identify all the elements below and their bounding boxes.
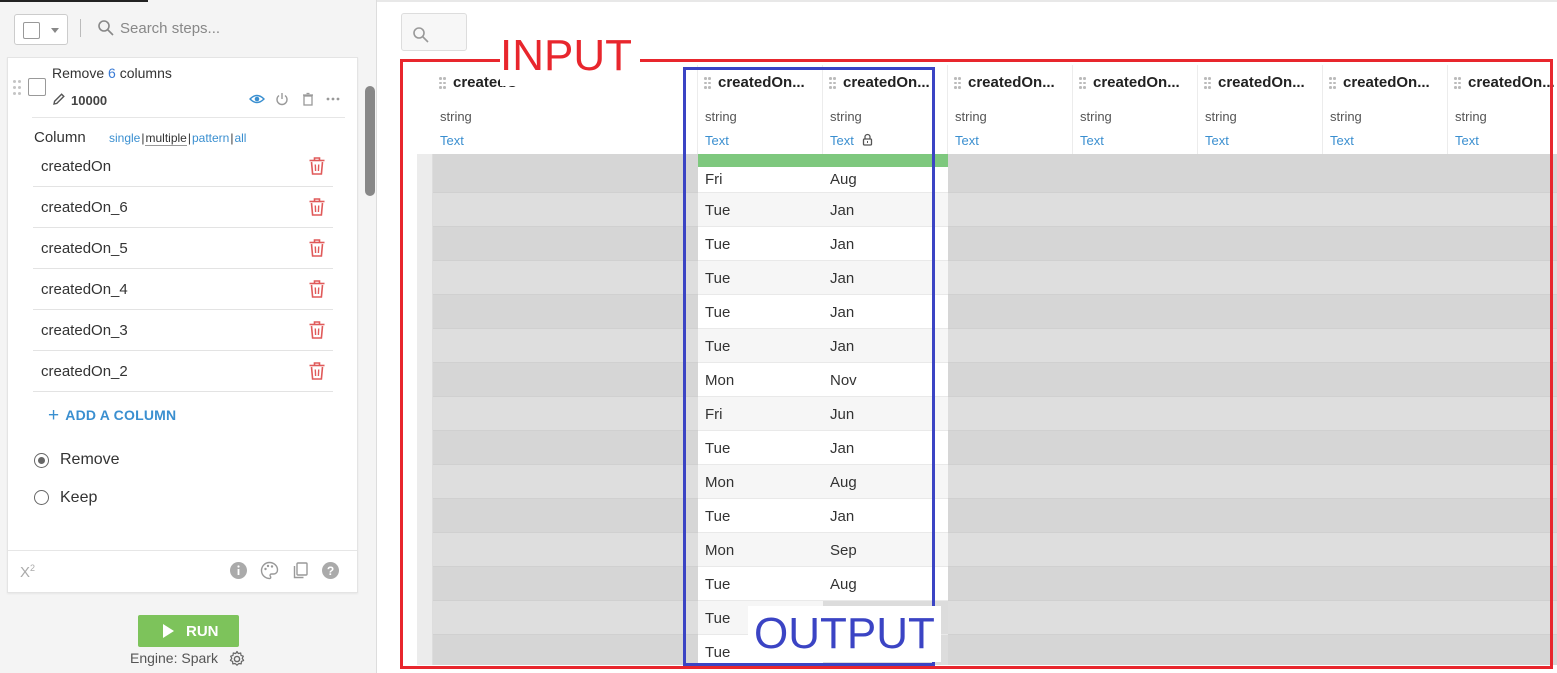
- trash-icon[interactable]: [308, 156, 326, 176]
- play-icon: [163, 624, 174, 638]
- step-card[interactable]: Remove 6 columns 10000 Column single|mul…: [7, 57, 358, 593]
- column-list-item[interactable]: createdOn_5: [33, 228, 333, 269]
- column-name: createdOn: [41, 158, 112, 175]
- toolbar-divider: [80, 19, 81, 37]
- column-list-item[interactable]: createdOn_2: [33, 351, 333, 392]
- mode-all-link[interactable]: all: [234, 131, 246, 145]
- column-name: createdOn_6: [41, 199, 128, 216]
- keep-radio[interactable]: [34, 490, 49, 505]
- info-icon[interactable]: [229, 561, 248, 580]
- steps-toolbar: [0, 0, 376, 54]
- trash-icon[interactable]: [308, 238, 326, 258]
- engine-label: Engine: Spark: [130, 650, 218, 666]
- column-name: createdOn_4: [41, 281, 128, 298]
- step-id: 10000: [71, 93, 108, 108]
- add-column-label: ADD A COLUMN: [65, 407, 177, 423]
- column-list-item[interactable]: createdOn_3: [33, 310, 333, 351]
- mode-multiple-link[interactable]: multiple: [145, 131, 187, 146]
- column-mode-selector: single|multiple|pattern|all: [109, 131, 247, 146]
- grid-top-border: [377, 0, 1557, 2]
- more-options-icon[interactable]: [325, 91, 341, 107]
- select-all-checkbox[interactable]: [23, 22, 40, 39]
- column-name: createdOn_5: [41, 240, 128, 257]
- mode-single-link[interactable]: single: [109, 131, 140, 145]
- column-list-item[interactable]: createdOn_4: [33, 269, 333, 310]
- step-card-footer: X2 ?: [8, 550, 357, 592]
- search-icon: [413, 27, 429, 43]
- trash-icon[interactable]: [308, 197, 326, 217]
- step-title-suffix: columns: [119, 65, 172, 81]
- column-name: createdOn_3: [41, 322, 128, 339]
- search-steps-input[interactable]: [120, 16, 360, 40]
- input-annotation-box: [400, 59, 1553, 669]
- mode-pattern-link[interactable]: pattern: [192, 131, 229, 145]
- add-column-button[interactable]: + ADD A COLUMN: [48, 404, 176, 426]
- formula-icon[interactable]: X2: [20, 563, 35, 581]
- run-button[interactable]: RUN: [138, 615, 239, 647]
- eye-icon[interactable]: [249, 91, 265, 107]
- step-title-count: 6: [108, 65, 116, 81]
- remove-radio-label[interactable]: Remove: [60, 451, 120, 469]
- trash-icon[interactable]: [308, 320, 326, 340]
- drag-handle-icon[interactable]: [13, 80, 23, 96]
- search-icon: [98, 20, 114, 36]
- copy-icon[interactable]: [291, 561, 310, 580]
- output-annotation-label: OUTPUT: [748, 606, 941, 662]
- column-list-item[interactable]: createdOn: [33, 146, 333, 187]
- delete-step-icon[interactable]: [300, 91, 316, 107]
- plus-icon: +: [48, 405, 60, 426]
- trash-icon[interactable]: [308, 361, 326, 381]
- power-icon[interactable]: [274, 91, 290, 107]
- input-annotation-label: INPUT: [500, 24, 640, 86]
- palette-icon[interactable]: [260, 561, 279, 580]
- remove-radio[interactable]: [34, 453, 49, 468]
- svg-text:?: ?: [327, 564, 334, 578]
- steps-panel: Remove 6 columns 10000 Column single|mul…: [0, 0, 377, 673]
- output-annotation-box: [683, 67, 935, 666]
- column-label: Column: [34, 129, 86, 146]
- pencil-icon[interactable]: [52, 92, 66, 106]
- card-divider: [32, 117, 345, 118]
- chevron-down-icon[interactable]: [51, 28, 59, 33]
- step-title: Remove 6 columns: [52, 65, 172, 81]
- trash-icon[interactable]: [308, 279, 326, 299]
- help-icon[interactable]: ?: [321, 561, 340, 580]
- step-title-action: Remove: [52, 65, 105, 81]
- gear-icon[interactable]: [228, 650, 246, 668]
- keep-radio-label[interactable]: Keep: [60, 489, 97, 507]
- select-all-dropdown[interactable]: [14, 14, 68, 45]
- steps-scrollbar-thumb[interactable]: [365, 86, 375, 196]
- step-checkbox[interactable]: [28, 78, 46, 96]
- run-label: RUN: [186, 623, 219, 640]
- grid-search-button[interactable]: [401, 13, 467, 51]
- column-name: createdOn_2: [41, 363, 128, 380]
- column-list-item[interactable]: createdOn_6: [33, 187, 333, 228]
